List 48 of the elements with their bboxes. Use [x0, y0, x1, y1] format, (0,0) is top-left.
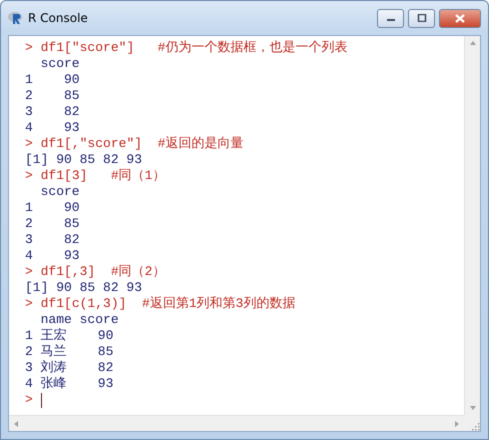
- output-text: score: [40, 184, 80, 200]
- code-comment: #同（1）: [110, 168, 166, 184]
- resize-grip-icon[interactable]: [470, 421, 480, 431]
- scroll-up-icon[interactable]: [468, 39, 476, 47]
- prompt-symbol: >: [25, 136, 33, 152]
- output-text: 1 90: [25, 200, 80, 216]
- prompt-symbol: >: [25, 168, 33, 184]
- code-comment: #同（2）: [110, 264, 166, 280]
- window-title: R Console: [28, 11, 89, 25]
- maximize-icon: [416, 14, 426, 22]
- horizontal-scrollbar[interactable]: [9, 415, 464, 431]
- prompt-symbol: >: [25, 264, 33, 280]
- minimize-button[interactable]: [377, 8, 404, 28]
- prompt-symbol: >: [25, 40, 33, 56]
- maximize-button[interactable]: [408, 8, 435, 28]
- output-text: [1] 90 85 82 93: [25, 152, 142, 168]
- prompt-symbol: >: [25, 296, 33, 312]
- scroll-right-icon[interactable]: [453, 420, 461, 428]
- command-text: df1[3]: [40, 168, 88, 184]
- output-text: 2 马兰 85: [25, 344, 114, 360]
- code-comment: #返回的是向量: [158, 136, 244, 152]
- command-text: df1[,3]: [40, 264, 96, 280]
- close-button[interactable]: [439, 8, 481, 28]
- output-text: 1 王宏 90: [25, 328, 114, 344]
- output-text: 3 刘涛 82: [25, 360, 114, 376]
- output-text: 4 张峰 93: [25, 376, 114, 392]
- scroll-left-icon[interactable]: [12, 420, 20, 428]
- output-text: 2 85: [25, 216, 80, 232]
- scroll-down-icon[interactable]: [468, 404, 476, 412]
- command-text: df1["score"]: [40, 40, 136, 56]
- code-comment: #返回第1列和第3列的数据: [142, 296, 296, 312]
- vertical-scrollbar[interactable]: [464, 36, 480, 415]
- code-comment: #仍为一个数据框，也是一个列表: [158, 40, 348, 56]
- output-text: score: [40, 56, 80, 72]
- output-text: 3 82: [25, 104, 80, 120]
- prompt-symbol: >: [25, 392, 33, 408]
- output-text: 2 85: [25, 88, 80, 104]
- text-cursor: [40, 392, 42, 408]
- command-text: df1[c(1,3)]: [40, 296, 128, 312]
- command-text: df1[,"score"]: [40, 136, 144, 152]
- output-text: 3 82: [25, 232, 80, 248]
- output-text: name score: [40, 312, 119, 328]
- output-text: 4 93: [25, 120, 80, 136]
- r-logo-icon: [8, 11, 24, 25]
- close-icon: [455, 14, 465, 22]
- output-text: 1 90: [25, 72, 80, 88]
- output-text: 4 93: [25, 248, 80, 264]
- output-text: [1] 90 85 82 93: [25, 280, 142, 296]
